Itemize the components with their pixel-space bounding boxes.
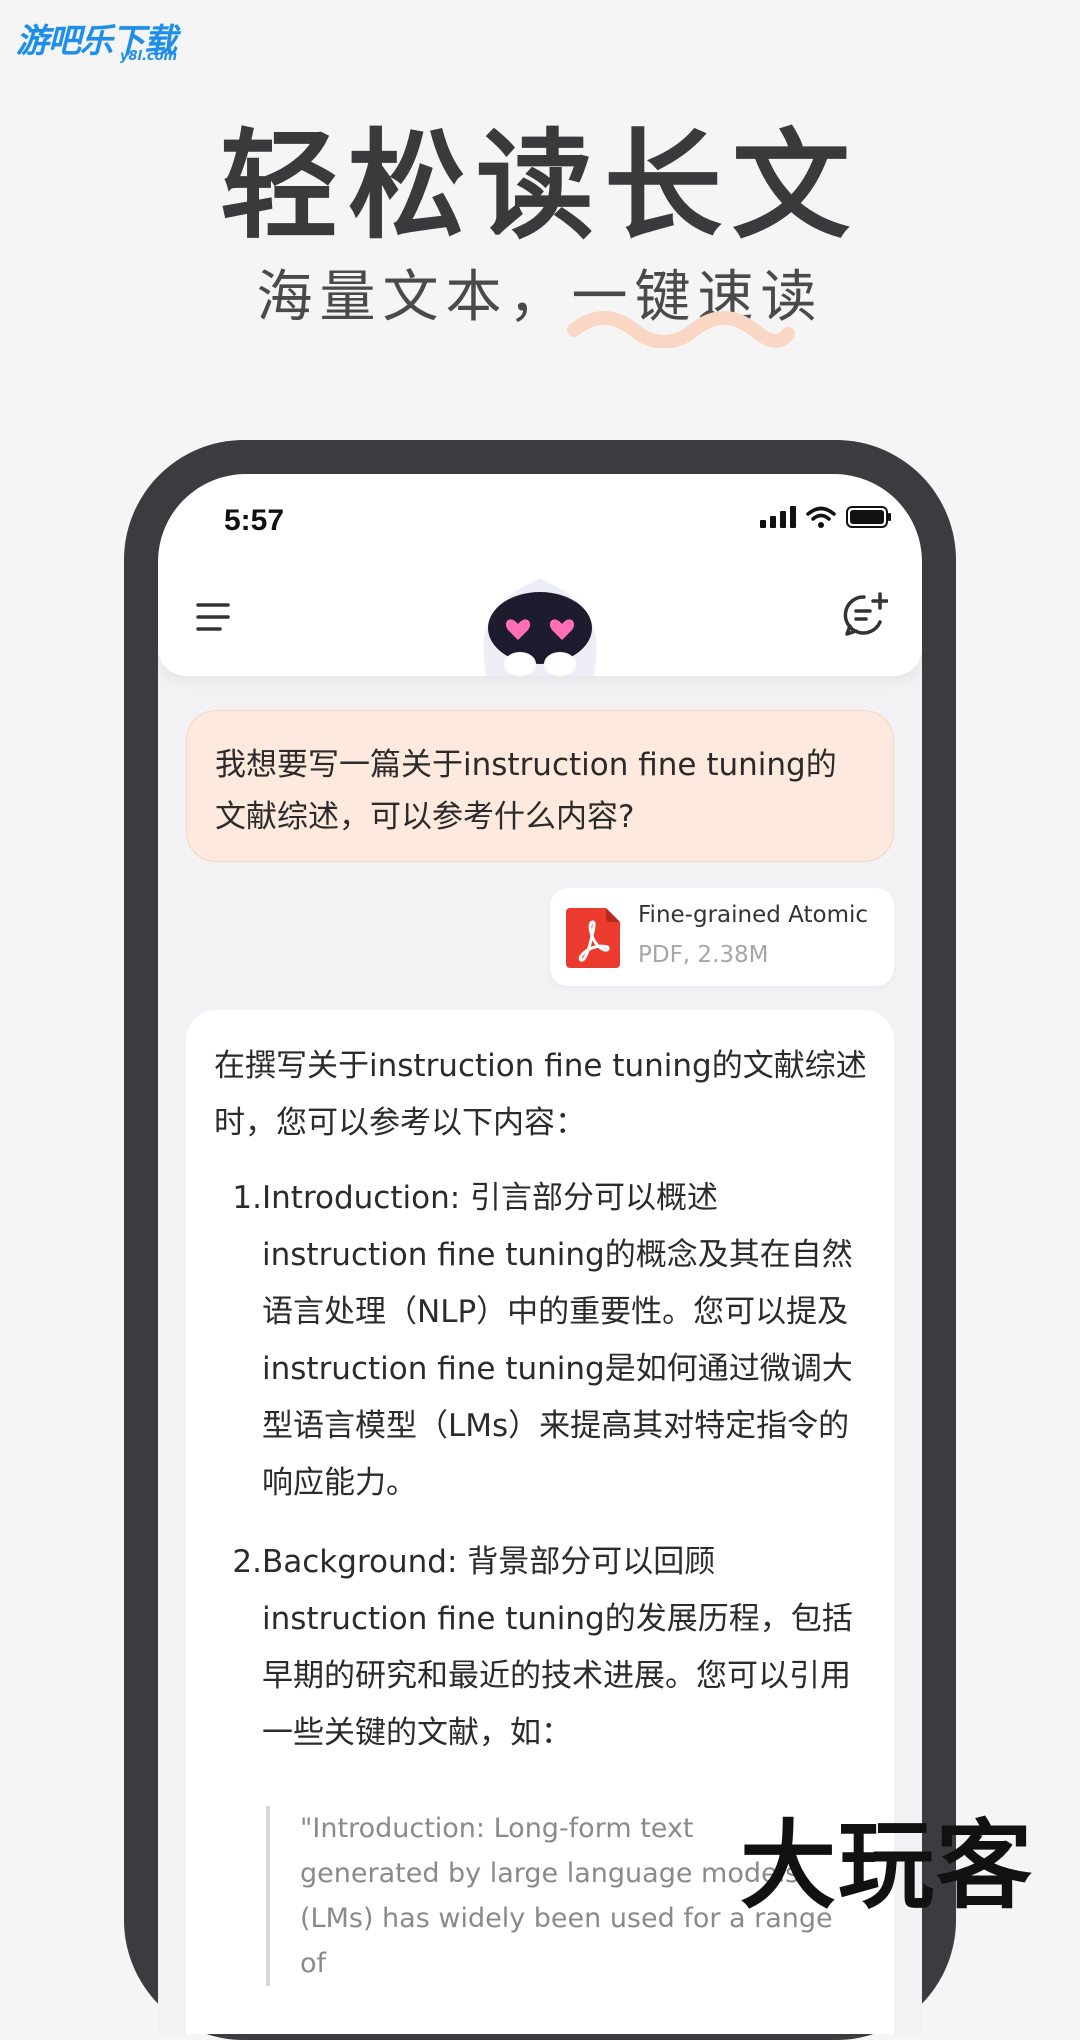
file-meta: PDF, 2.38M: [638, 942, 769, 968]
hero-title: 轻松读长文: [219, 117, 860, 255]
list-text: Background: 背景部分可以回顾instruction fine tun…: [262, 1544, 853, 1751]
menu-icon[interactable]: [196, 602, 230, 632]
hero-subtitle: 海量文本，一键速读: [256, 265, 824, 330]
list-item: 1. Introduction: 引言部分可以概述instruction fin…: [214, 1170, 874, 1501]
status-time: 5:57: [224, 504, 285, 537]
user-message-bubble: 我想要写一篇关于instruction fine tuning的文献综述，可以参…: [186, 710, 894, 862]
site-logo-domain: y8l.com: [120, 49, 178, 64]
list-item: 2. Background: 背景部分可以回顾instruction fine …: [214, 1534, 874, 1774]
app-header: 5:57: [158, 474, 922, 676]
watermark: 大玩客: [740, 1810, 1034, 1922]
battery-icon: [846, 506, 891, 528]
signal-icon: [760, 506, 796, 528]
attached-file-card[interactable]: Fine-grained Atomic PDF, 2.38M: [550, 888, 894, 986]
list-text: Introduction: 引言部分可以概述instruction fine t…: [262, 1180, 853, 1501]
status-icons: [760, 506, 892, 528]
new-chat-icon[interactable]: [842, 592, 888, 638]
file-name: Fine-grained Atomic: [638, 902, 869, 928]
answer-intro: 在撰写关于instruction fine tuning的文献综述时，您可以参考…: [214, 1048, 867, 1141]
wifi-icon: [806, 506, 836, 528]
list-number: 2.: [232, 1544, 262, 1580]
underline-squiggle-icon: [567, 311, 795, 348]
pdf-file-icon: [566, 908, 620, 968]
list-number: 1.: [232, 1180, 262, 1216]
mascot-avatar: [483, 578, 597, 676]
